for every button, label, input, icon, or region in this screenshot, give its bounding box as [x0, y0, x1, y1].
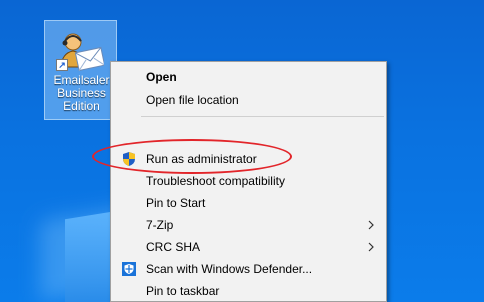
desktop-shortcut-emailsaler[interactable]: ↗ Emailsaler Business Edition [44, 20, 117, 120]
menu-item-label: Troubleshoot compatibility [146, 174, 285, 188]
menu-item-label: Scan with Windows Defender... [146, 262, 313, 276]
menu-item-7zip[interactable]: 7-Zip [111, 214, 386, 236]
menu-item-open-file-location[interactable]: Open file location [111, 89, 386, 111]
menu-item-label: 7-Zip [146, 218, 174, 232]
shortcut-arrow-icon: ↗ [56, 59, 68, 71]
menu-item-scan-with-windows-defender[interactable]: Scan with Windows Defender... [111, 258, 386, 280]
menu-item-open[interactable]: Open [111, 66, 386, 88]
menu-item-label: Open file location [146, 93, 239, 107]
chevron-right-icon [368, 242, 374, 252]
windows-defender-icon [122, 262, 136, 276]
menu-separator [141, 116, 384, 117]
menu-item-label: CRC SHA [146, 240, 201, 254]
menu-item-pin-to-start[interactable]: Pin to Start [111, 192, 386, 214]
desktop-icon-label: Emailsaler Business Edition [53, 73, 110, 113]
chevron-right-icon [368, 220, 374, 230]
menu-item-crc-sha[interactable]: CRC SHA [111, 236, 386, 258]
menu-item-label: Pin to taskbar [146, 284, 220, 298]
menu-item-label: Pin to Start [146, 196, 206, 210]
menu-item-troubleshoot-compatibility[interactable]: Troubleshoot compatibility [111, 170, 386, 192]
menu-item-pin-to-taskbar[interactable]: Pin to taskbar [111, 280, 386, 302]
menu-item-label: Run as administrator [146, 152, 257, 166]
context-menu: Open Open file location Run as administr… [110, 61, 387, 302]
menu-item-run-as-administrator[interactable]: Run as administrator [111, 148, 386, 170]
menu-item-label: Open [146, 70, 177, 84]
uac-shield-icon [123, 152, 135, 166]
